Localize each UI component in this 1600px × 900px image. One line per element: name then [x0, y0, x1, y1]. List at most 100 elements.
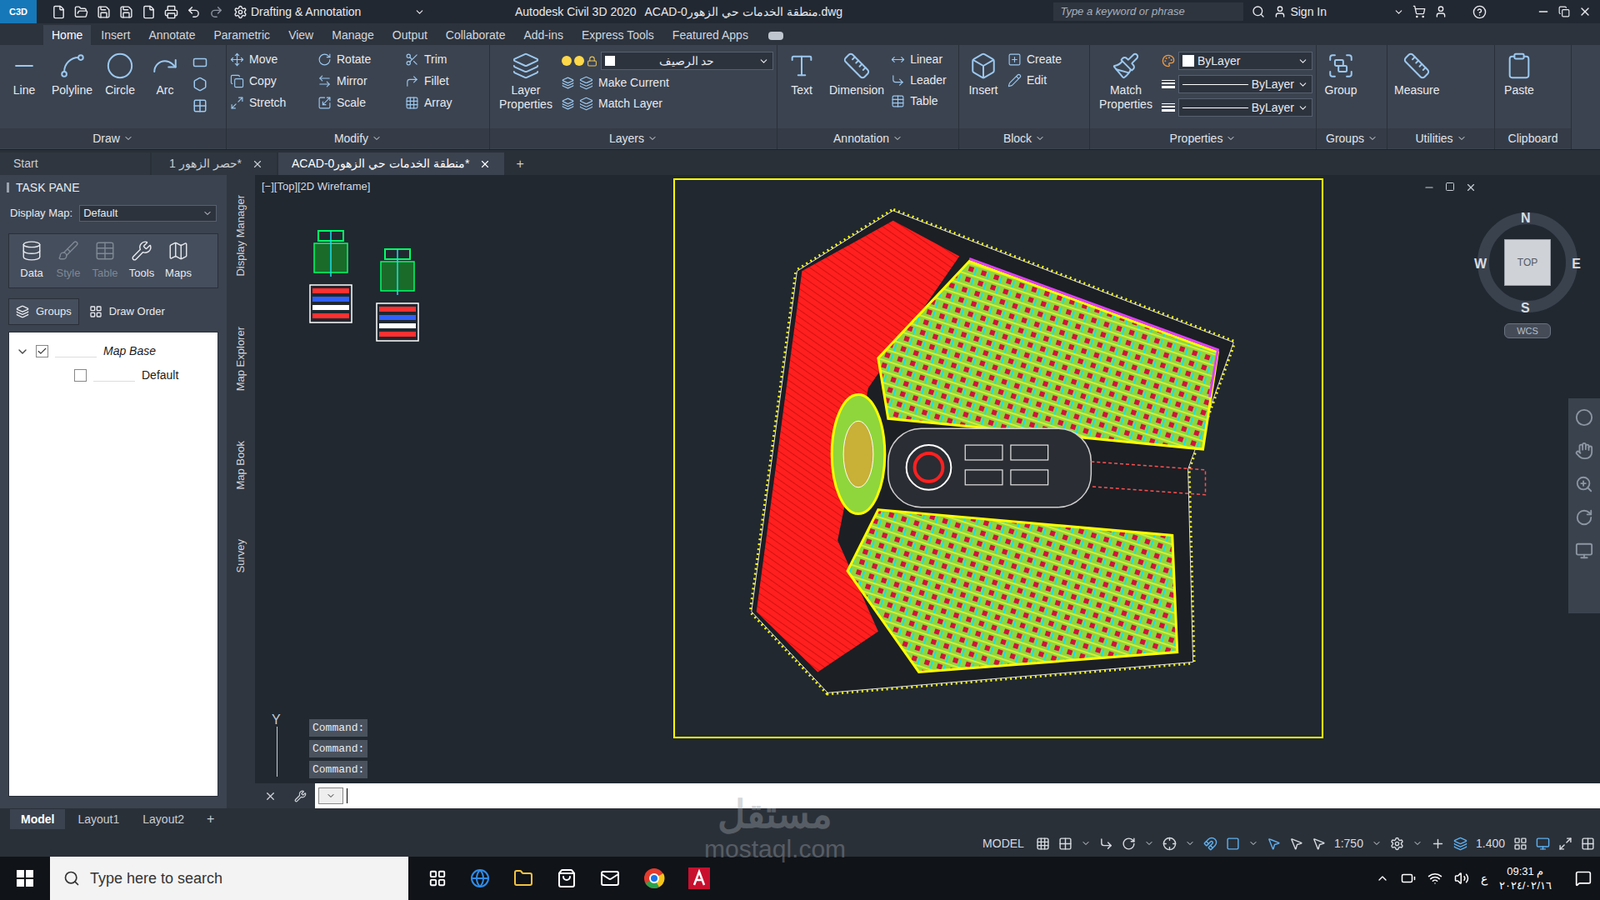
- large-tool-button[interactable]: Paste: [1498, 48, 1540, 98]
- display-map-dropdown[interactable]: Default: [79, 205, 217, 222]
- side-tab[interactable]: Display Manager: [232, 195, 250, 277]
- units-icon[interactable]: [1453, 836, 1468, 851]
- command-input[interactable]: [346, 783, 1600, 809]
- ortho-icon[interactable]: [1099, 836, 1114, 851]
- file-tab[interactable]: حصر الزهور 1*: [151, 152, 277, 175]
- small-tool-button[interactable]: Match Layer: [561, 95, 774, 111]
- large-tool-button[interactable]: Group: [1320, 48, 1362, 98]
- property-dropdown[interactable]: ByLayer: [1178, 75, 1313, 94]
- account-icon[interactable]: [1434, 5, 1448, 19]
- ribbon-tab[interactable]: Featured Apps: [664, 25, 757, 45]
- small-tool-button[interactable]: Linear: [890, 51, 955, 67]
- panel-title[interactable]: Draw: [0, 128, 226, 149]
- clock[interactable]: 09:31 م٢٠٢٤/٠٢/١٦: [1499, 864, 1552, 893]
- help-icon[interactable]: [1472, 5, 1487, 20]
- save-as-icon[interactable]: [119, 5, 134, 20]
- ribbon-tab[interactable]: Home: [43, 25, 91, 45]
- binoculars-icon[interactable]: [1251, 5, 1265, 19]
- isodraft-icon[interactable]: [1162, 836, 1177, 851]
- ribbon-tab[interactable]: Manage: [323, 25, 383, 45]
- chevron-icon[interactable]: [1371, 838, 1382, 849]
- selection-icon[interactable]: [1225, 836, 1240, 851]
- grid-icon[interactable]: [1035, 836, 1050, 851]
- isolate-icon[interactable]: [1513, 836, 1528, 851]
- autoscale-icon[interactable]: [1289, 836, 1304, 851]
- large-tool-button[interactable]: Polyline: [48, 48, 96, 98]
- zoom-icon[interactable]: [1575, 475, 1594, 494]
- edge-icon[interactable]: [470, 868, 490, 889]
- ribbon-options-icon[interactable]: [768, 31, 784, 40]
- ribbon-tab[interactable]: Output: [384, 25, 436, 45]
- task-tool-button[interactable]: Maps: [162, 240, 195, 282]
- undo-icon[interactable]: [186, 5, 201, 20]
- property-dropdown[interactable]: حد الرصيف: [600, 51, 774, 70]
- ribbon-tab[interactable]: Collaborate: [437, 25, 515, 45]
- side-tab[interactable]: Map Book: [232, 440, 250, 490]
- recent-commands-button[interactable]: [318, 787, 344, 805]
- hardware-acceleration-icon[interactable]: [1535, 836, 1550, 851]
- chevron-icon[interactable]: [1144, 838, 1155, 849]
- panel-title[interactable]: Annotation: [777, 128, 959, 149]
- add-layout-button[interactable]: +: [196, 809, 225, 830]
- large-tool-button[interactable]: Text: [780, 48, 823, 98]
- small-tool-button[interactable]: Array: [405, 95, 486, 110]
- side-tab[interactable]: Map Explorer: [232, 326, 250, 391]
- close-tab-icon[interactable]: [251, 158, 264, 170]
- model-space-button[interactable]: MODEL: [979, 835, 1028, 853]
- small-tool-button[interactable]: Mirror: [317, 73, 399, 89]
- task-tool-button[interactable]: Tools: [125, 240, 158, 282]
- notifications-icon[interactable]: [1575, 870, 1592, 887]
- layout-tab[interactable]: Layout1: [66, 809, 130, 830]
- viewcube[interactable]: NSWETOPWCS: [1473, 208, 1582, 342]
- layout-tab[interactable]: Model: [10, 809, 65, 830]
- steering-wheel-icon[interactable]: [1575, 408, 1594, 427]
- osnap-icon[interactable]: [1203, 836, 1218, 851]
- chevron-icon[interactable]: [1393, 6, 1405, 18]
- ucs-menu[interactable]: WCS: [1504, 323, 1551, 339]
- showmotion-icon[interactable]: [1575, 541, 1594, 560]
- publish-icon[interactable]: [141, 5, 156, 20]
- panel-title[interactable]: Clipboard: [1495, 128, 1571, 149]
- mail-icon[interactable]: [600, 868, 620, 889]
- task-pane-tab[interactable]: Groups: [8, 298, 80, 325]
- annotation-monitor-icon[interactable]: [1430, 836, 1445, 851]
- print-icon[interactable]: [164, 5, 179, 20]
- close-icon[interactable]: [1578, 5, 1592, 19]
- wifi-icon[interactable]: [1427, 870, 1443, 886]
- small-tool-button[interactable]: Scale: [317, 95, 399, 110]
- task-pane-tab[interactable]: Draw Order: [82, 298, 172, 325]
- restore-icon[interactable]: [1558, 5, 1570, 18]
- workspace-icon[interactable]: [1390, 836, 1405, 851]
- task-view-icon[interactable]: [428, 869, 447, 888]
- small-tool-button[interactable]: Stretch: [230, 95, 311, 110]
- ribbon-tab[interactable]: Insert: [92, 25, 139, 45]
- file-tab[interactable]: ACAD-منطقة الخدمات حي الزهور0*: [278, 152, 505, 175]
- file-explorer-icon[interactable]: [513, 868, 534, 889]
- input-language[interactable]: ع: [1480, 870, 1488, 888]
- annotation-scale-icon[interactable]: [1311, 836, 1326, 851]
- small-tool-button[interactable]: Fillet: [405, 73, 486, 89]
- small-tool-button[interactable]: Rotate: [317, 51, 399, 67]
- taskbar-search[interactable]: Type here to search: [50, 856, 409, 900]
- store-icon[interactable]: [556, 868, 577, 889]
- small-tool-button[interactable]: Create: [1007, 51, 1086, 67]
- large-tool-button[interactable]: Layer Properties: [493, 48, 559, 112]
- small-tool-button[interactable]: Edit: [1007, 72, 1086, 88]
- property-dropdown[interactable]: ByLayer: [1178, 98, 1313, 117]
- panel-title[interactable]: Utilities: [1387, 128, 1495, 149]
- ribbon-tab[interactable]: Annotate: [140, 25, 204, 45]
- large-tool-button[interactable]: Insert: [962, 48, 1005, 98]
- large-tool-button[interactable]: Measure: [1390, 48, 1443, 98]
- polygon-icon[interactable]: [192, 76, 208, 92]
- autocad-app-icon[interactable]: [688, 867, 710, 890]
- battery-icon[interactable]: [1400, 870, 1416, 886]
- viewport-minimize-icon[interactable]: [1423, 181, 1435, 194]
- tree-item[interactable]: Map Base: [9, 339, 218, 364]
- save-icon[interactable]: [96, 5, 111, 20]
- sign-in-button[interactable]: Sign In: [1273, 3, 1327, 21]
- chevron-icon[interactable]: [1080, 838, 1091, 849]
- ribbon-tab[interactable]: Express Tools: [573, 25, 663, 45]
- cart-icon[interactable]: [1412, 5, 1426, 19]
- help-search-field[interactable]: Type a keyword or phrase: [1053, 2, 1244, 21]
- annotation-scale[interactable]: 1:750: [1334, 835, 1364, 853]
